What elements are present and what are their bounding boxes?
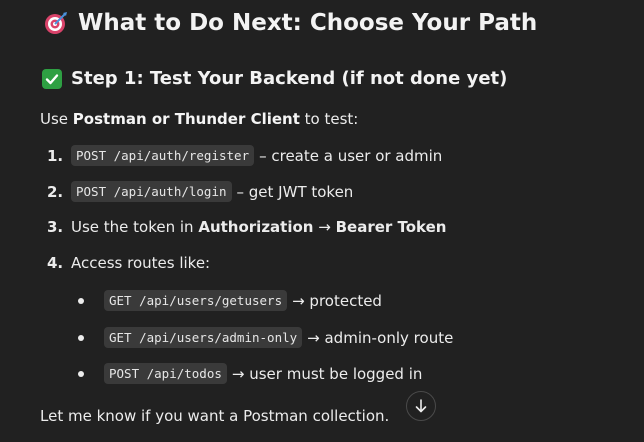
inline-code: GET /api/users/admin-only (104, 327, 303, 348)
list-text: – create a user or admin (259, 146, 443, 165)
arrow-down-icon (415, 399, 427, 413)
inline-code: POST /api/auth/register (71, 145, 255, 166)
route-item: GET /api/users/admin-only → admin-only r… (78, 327, 453, 348)
intro-paragraph: Use Postman or Thunder Client to test: (40, 110, 358, 128)
intro-suffix: to test: (299, 110, 359, 128)
list-text: Use the token in (71, 218, 199, 236)
list-text: Access routes like: (71, 254, 211, 272)
inline-code: POST /api/auth/login (71, 181, 232, 202)
step-title: Step 1: Test Your Backend (if not done y… (71, 68, 508, 89)
list-bold-text: Bearer Token (335, 218, 447, 236)
direct-hit-target-icon (44, 11, 68, 35)
route-item: GET /api/users/getusers → protected (78, 290, 382, 311)
list-bold-text: Authorization (198, 218, 314, 236)
check-mark-button-icon (42, 68, 62, 89)
section-heading: What to Do Next: Choose Your Path (44, 10, 537, 36)
list-item: 2. POST /api/auth/login – get JWT token (47, 181, 353, 202)
list-number: 2. (47, 182, 64, 201)
bullet-icon (78, 370, 84, 377)
list-text: – get JWT token (236, 182, 354, 201)
list-number: 4. (47, 254, 64, 272)
list-number: 3. (47, 218, 64, 236)
intro-bold: Postman or Thunder Client (72, 110, 300, 128)
intro-prefix: Use (40, 110, 73, 128)
arrow-text: → (313, 218, 336, 236)
footer-text: Let me know if you want a Postman collec… (40, 407, 390, 425)
step-heading: Step 1: Test Your Backend (if not done y… (42, 68, 507, 89)
route-item: POST /api/todos → user must be logged in (78, 363, 422, 384)
heading-title: What to Do Next: Choose Your Path (78, 10, 538, 36)
route-text: → admin-only route (307, 328, 454, 347)
inline-code: GET /api/users/getusers (104, 290, 288, 311)
route-text: → user must be logged in (231, 364, 423, 383)
list-item: 1. POST /api/auth/register – create a us… (47, 145, 442, 166)
bullet-icon (78, 334, 84, 341)
bullet-icon (78, 297, 84, 304)
scroll-down-button[interactable] (406, 391, 436, 421)
list-number: 1. (47, 146, 64, 165)
inline-code: POST /api/todos (104, 363, 227, 384)
route-text: → protected (292, 291, 382, 310)
list-item: 3. Use the token in Authorization → Bear… (47, 218, 446, 236)
list-item: 4. Access routes like: (47, 254, 210, 272)
